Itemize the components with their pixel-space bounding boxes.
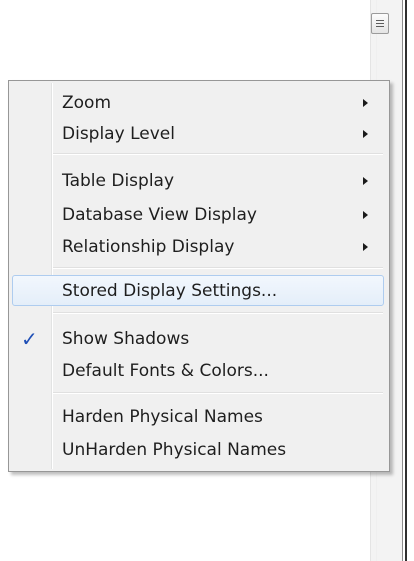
menu-separator bbox=[53, 153, 383, 155]
menu-item-show-shadows[interactable]: ✓ Show Shadows bbox=[12, 323, 384, 354]
menu-item-relationship-display[interactable]: Relationship Display bbox=[12, 231, 384, 262]
menu-item-label: Zoom bbox=[62, 92, 112, 113]
menu-item-label: Default Fonts & Colors... bbox=[62, 360, 269, 381]
menu-item-label: Table Display bbox=[62, 170, 175, 191]
submenu-arrow-icon bbox=[363, 210, 368, 219]
menu-item-label: UnHarden Physical Names bbox=[62, 439, 287, 460]
menu-item-zoom[interactable]: Zoom bbox=[12, 87, 384, 118]
menu-item-label: Stored Display Settings... bbox=[62, 280, 278, 301]
context-menu: Zoom Display Level Table Display Databas… bbox=[8, 80, 390, 472]
menu-separator bbox=[53, 267, 383, 269]
menu-separator bbox=[53, 312, 383, 314]
submenu-arrow-icon bbox=[363, 242, 368, 251]
menu-separator bbox=[53, 392, 383, 394]
submenu-arrow-icon bbox=[363, 129, 368, 138]
menu-item-table-display[interactable]: Table Display bbox=[12, 165, 384, 196]
menu-item-unharden-physical-names[interactable]: UnHarden Physical Names bbox=[12, 434, 384, 465]
split-grip-icon[interactable] bbox=[371, 13, 389, 34]
window-right-border bbox=[402, 0, 414, 561]
menu-item-label: Show Shadows bbox=[62, 328, 190, 349]
menu-item-label: Relationship Display bbox=[62, 236, 235, 257]
submenu-arrow-icon bbox=[363, 176, 368, 185]
menu-item-stored-display-settings[interactable]: Stored Display Settings... bbox=[12, 275, 384, 306]
menu-item-database-view-display[interactable]: Database View Display bbox=[12, 199, 384, 230]
submenu-arrow-icon bbox=[363, 98, 368, 107]
menu-item-label: Database View Display bbox=[62, 204, 257, 225]
menu-item-display-level[interactable]: Display Level bbox=[12, 118, 384, 149]
menu-item-label: Display Level bbox=[62, 123, 175, 144]
menu-item-default-fonts-colors[interactable]: Default Fonts & Colors... bbox=[12, 355, 384, 386]
menu-item-harden-physical-names[interactable]: Harden Physical Names bbox=[12, 401, 384, 432]
checkmark-icon: ✓ bbox=[21, 326, 38, 351]
menu-item-label: Harden Physical Names bbox=[62, 406, 263, 427]
